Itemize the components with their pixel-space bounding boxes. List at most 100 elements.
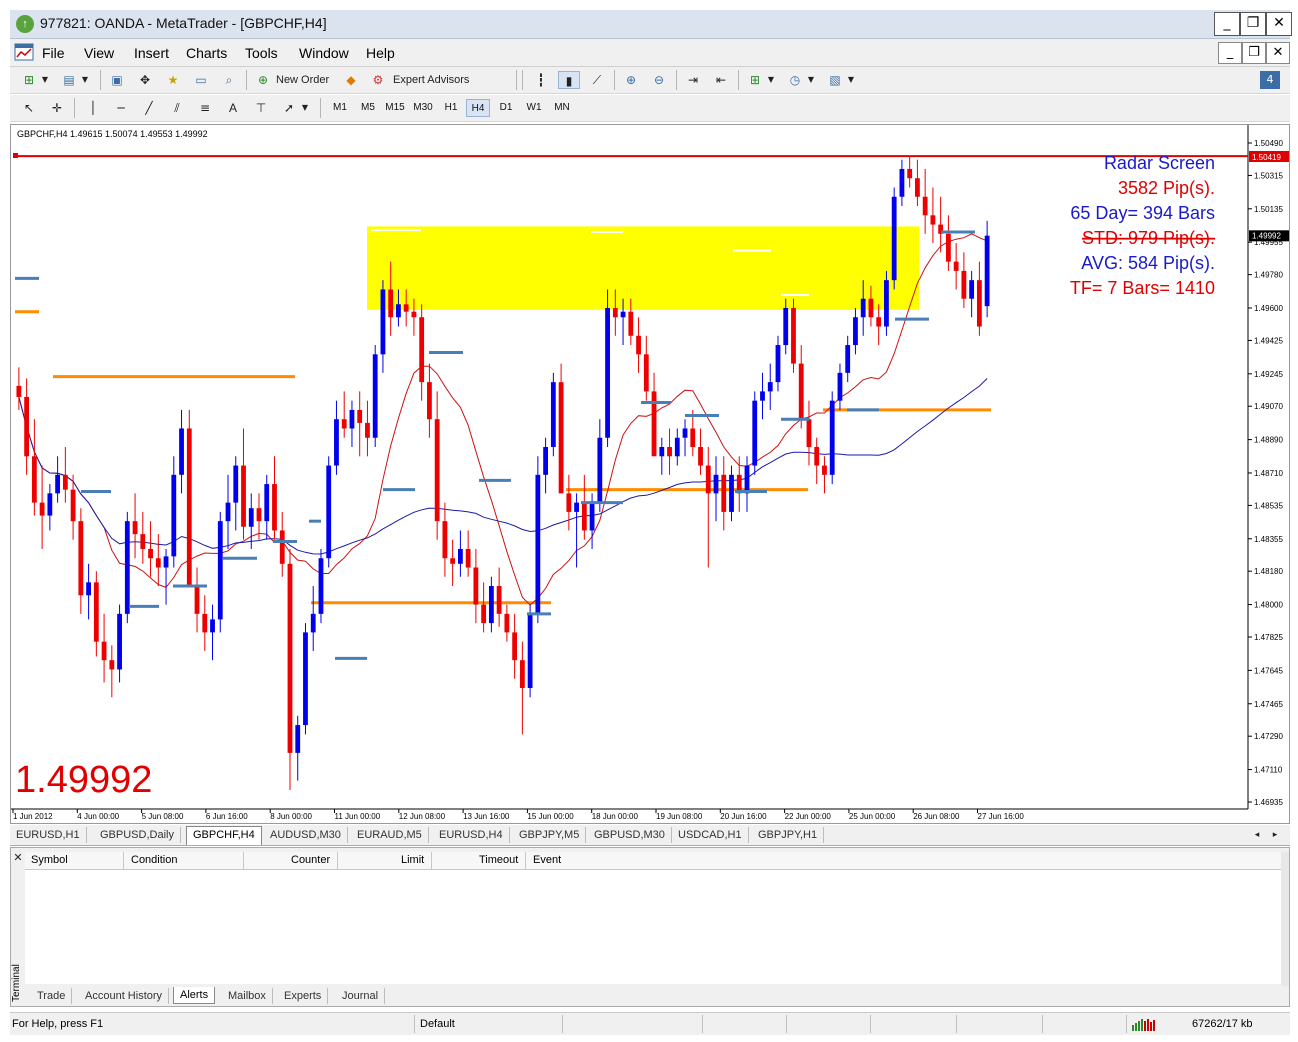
timeframe-m30[interactable]: M30 <box>410 99 436 117</box>
chart-tab[interactable]: AUDUSD,M30 <box>264 827 348 843</box>
menu-file[interactable]: File <box>42 45 65 61</box>
timeframe-m15[interactable]: M15 <box>382 99 408 117</box>
chevron-down-icon[interactable]: ▼ <box>40 71 50 89</box>
new-order-button[interactable]: New Order <box>276 71 336 89</box>
expert-advisors-button[interactable]: Expert Advisors <box>393 71 503 89</box>
crosshair-icon[interactable]: ✛ <box>46 99 68 117</box>
candle-body <box>729 474 734 512</box>
terminal-icon[interactable]: ▭ <box>190 71 212 89</box>
timeframe-mn[interactable]: MN <box>550 99 574 117</box>
tab-experts[interactable]: Experts <box>278 988 329 1004</box>
tab-account-history[interactable]: Account History <box>79 988 170 1004</box>
text-tool-icon[interactable]: A <box>222 99 244 117</box>
minimize-button[interactable]: _ <box>1214 12 1240 36</box>
indicators-icon[interactable]: ⊞ <box>744 71 766 89</box>
expert-advisors-icon[interactable]: ⚙ <box>368 71 388 89</box>
menu-insert[interactable]: Insert <box>134 45 169 61</box>
timeframe-m1[interactable]: M1 <box>328 99 352 117</box>
market-watch-icon[interactable]: ▣ <box>106 71 128 89</box>
column-symbol[interactable]: Symbol <box>31 854 68 866</box>
restore-button[interactable]: ❐ <box>1240 12 1266 36</box>
periods-clock-icon[interactable]: ◷ <box>784 71 806 89</box>
notification-icon[interactable]: 4 <box>1260 71 1280 89</box>
chart-tab[interactable]: EURUSD,H1 <box>10 827 87 843</box>
alerts-list[interactable] <box>25 870 1287 984</box>
candle-body <box>450 558 456 564</box>
x-tick-label: 27 Jun 16:00 <box>978 812 1025 821</box>
timeframe-h1[interactable]: H1 <box>440 99 462 117</box>
strategy-tester-icon[interactable]: ⌕ <box>218 71 240 89</box>
chart-tab[interactable]: GBPUSD,Daily <box>94 827 181 843</box>
line-chart-icon[interactable]: ⟋ <box>586 71 608 89</box>
timeframe-w1[interactable]: W1 <box>522 99 546 117</box>
templates-icon[interactable]: ▧ <box>824 71 846 89</box>
navigator-icon[interactable]: ★ <box>162 71 184 89</box>
tab-journal[interactable]: Journal <box>336 988 386 1004</box>
column-condition[interactable]: Condition <box>131 854 177 866</box>
column-limit[interactable]: Limit <box>401 854 424 866</box>
tab-trade[interactable]: Trade <box>31 988 73 1004</box>
chevron-down-icon[interactable]: ▼ <box>300 99 310 117</box>
price-chart[interactable]: 1.504901.503151.501351.499551.497801.496… <box>11 125 1289 823</box>
tab-mailbox[interactable]: Mailbox <box>222 988 273 1004</box>
candle-body <box>659 447 665 457</box>
trendline-icon[interactable]: ╱ <box>138 99 160 117</box>
terminal-close-icon[interactable]: ✕ <box>13 849 23 867</box>
chart-window[interactable]: 1.50490 1.50315 1.50135 1.49955 1.49780 1.496… <box>10 124 1290 824</box>
terminal-scrollbar[interactable] <box>1281 852 1289 986</box>
tab-scroll-right-icon[interactable]: ▸ <box>1268 826 1282 844</box>
column-counter[interactable]: Counter <box>291 854 330 866</box>
chart-tab[interactable]: GBPJPY,H1 <box>752 827 825 843</box>
x-tick-label: 4 Jun 00:00 <box>77 812 119 821</box>
menu-window[interactable]: Window <box>299 45 349 61</box>
profiles-icon[interactable]: ▤ <box>58 71 80 89</box>
mdi-minimize-button[interactable]: _ <box>1218 42 1242 64</box>
tab-scroll-left-icon[interactable]: ◂ <box>1250 826 1264 844</box>
menu-charts[interactable]: Charts <box>186 45 227 61</box>
y-tick-label: 1.48890 <box>1254 436 1283 445</box>
auto-scroll-icon[interactable]: ⇥ <box>682 71 704 89</box>
chart-tab[interactable]: EURUSD,H4 <box>433 827 510 843</box>
timeframe-m5[interactable]: M5 <box>356 99 380 117</box>
zoom-out-icon[interactable]: ⊖ <box>648 71 670 89</box>
bar-chart-icon[interactable]: ┇ <box>530 71 552 89</box>
zoom-in-icon[interactable]: ⊕ <box>620 71 642 89</box>
chevron-down-icon[interactable]: ▼ <box>766 71 776 89</box>
chart-window-icon[interactable] <box>14 42 34 62</box>
candlestick-icon[interactable]: ▮ <box>558 71 580 89</box>
chevron-down-icon[interactable]: ▼ <box>846 71 856 89</box>
fibonacci-icon[interactable]: ≡ <box>194 99 216 117</box>
vertical-line-icon[interactable]: │ <box>82 99 104 117</box>
chart-tab[interactable]: GBPJPY,M5 <box>513 827 587 843</box>
y-tick-label: 1.47110 <box>1254 766 1283 775</box>
column-event[interactable]: Event <box>533 854 561 866</box>
chart-shift-icon[interactable]: ⇤ <box>710 71 732 89</box>
menu-tools[interactable]: Tools <box>245 45 278 61</box>
new-chart-icon[interactable]: ⊞ <box>18 71 40 89</box>
mdi-close-button[interactable]: ✕ <box>1266 42 1290 64</box>
timeframe-h4[interactable]: H4 <box>466 99 490 117</box>
text-label-icon[interactable]: ⊤ <box>250 99 272 117</box>
data-window-icon[interactable]: ✥ <box>134 71 156 89</box>
chart-tab[interactable]: USDCAD,H1 <box>672 827 749 843</box>
timeframe-d1[interactable]: D1 <box>494 99 518 117</box>
chevron-down-icon[interactable]: ▼ <box>80 71 90 89</box>
mdi-restore-button[interactable]: ❐ <box>1242 42 1266 64</box>
candle-body <box>574 502 579 512</box>
horizontal-line-icon[interactable]: ─ <box>110 99 132 117</box>
chart-tab[interactable]: GBPUSD,M30 <box>588 827 672 843</box>
column-timeout[interactable]: Timeout <box>479 854 518 866</box>
tab-alerts[interactable]: Alerts <box>173 987 216 1004</box>
metaeditor-icon[interactable]: ◆ <box>342 71 360 89</box>
close-button[interactable]: ✕ <box>1266 12 1292 36</box>
menu-view[interactable]: View <box>84 45 114 61</box>
chart-tab[interactable]: EURAUD,M5 <box>351 827 429 843</box>
menu-help[interactable]: Help <box>366 45 395 61</box>
arrows-icon[interactable]: ➚ <box>278 99 300 117</box>
candle-body <box>907 168 913 179</box>
chart-tab-active[interactable]: GBPCHF,H4 <box>186 826 262 845</box>
cursor-icon[interactable]: ↖ <box>18 99 40 117</box>
channel-icon[interactable]: ⫽ <box>166 99 188 117</box>
chevron-down-icon[interactable]: ▼ <box>806 71 816 89</box>
new-order-icon[interactable]: ⊕ <box>254 71 272 89</box>
